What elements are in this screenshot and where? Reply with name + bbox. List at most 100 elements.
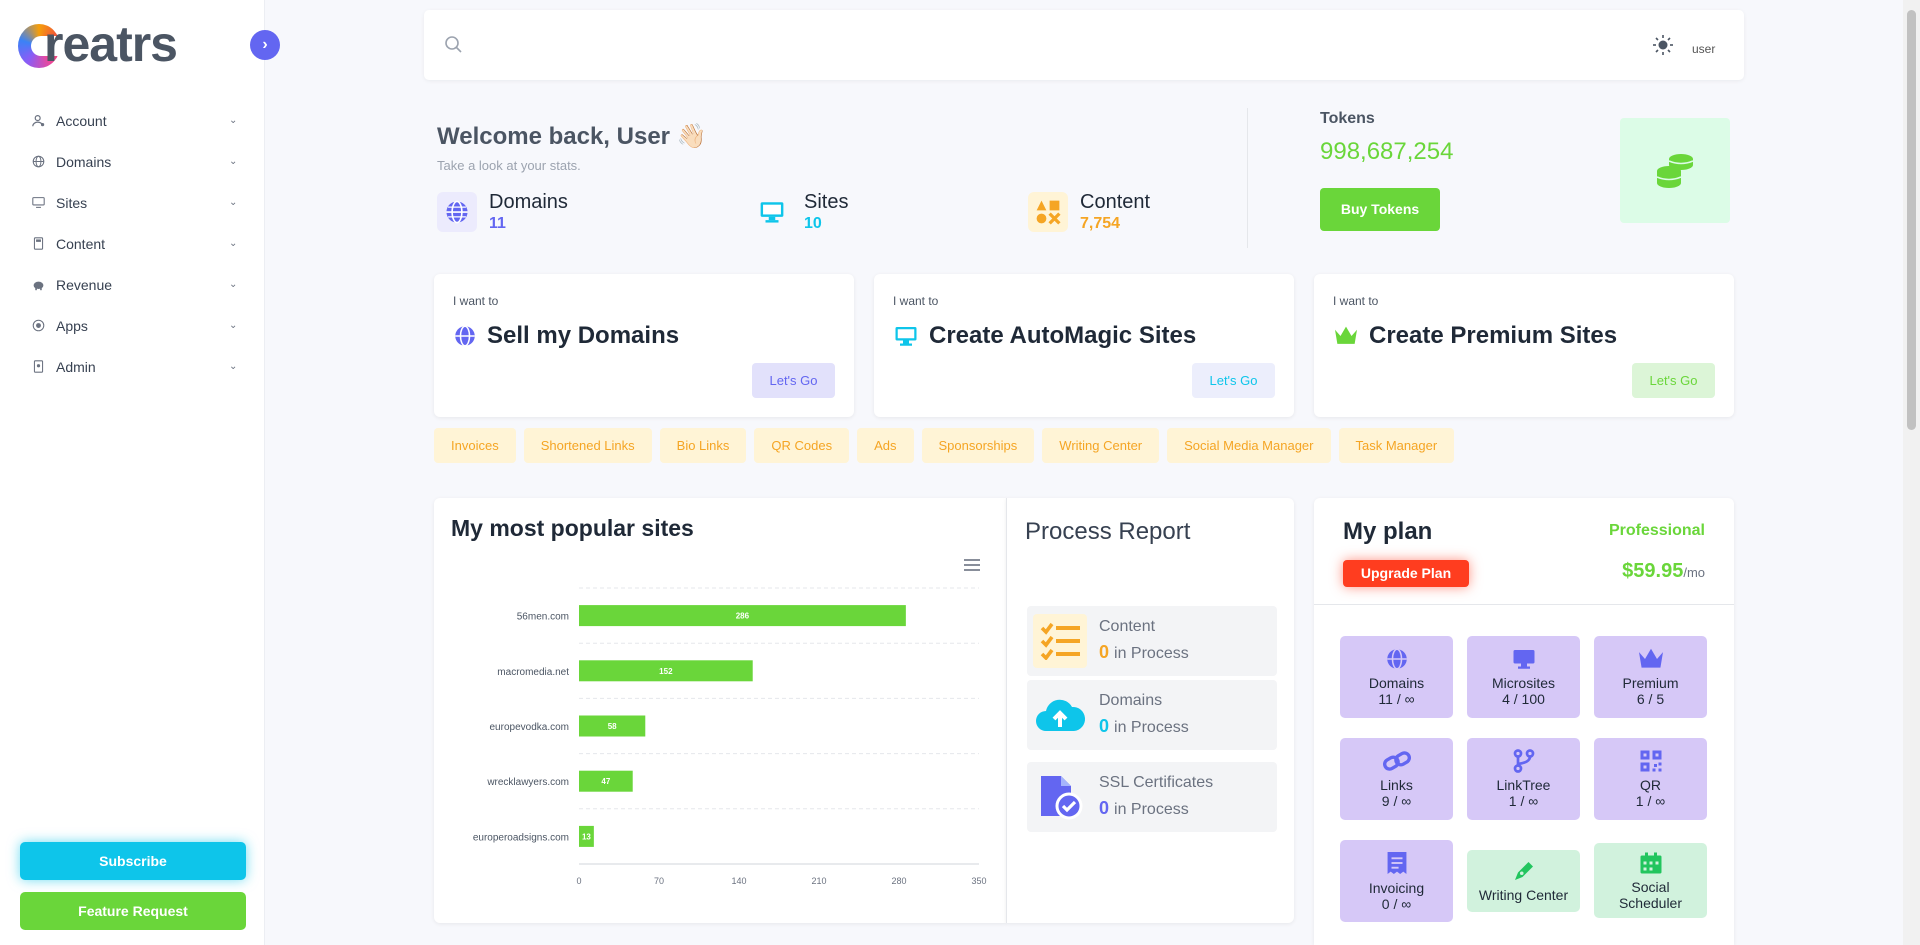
plan-tile-invoicing[interactable]: Invoicing 0 / ∞ — [1340, 840, 1453, 922]
monitor-icon — [752, 192, 792, 232]
lets-go-button[interactable]: Let's Go — [1632, 363, 1715, 398]
plan-tile-microsites[interactable]: Microsites 4 / 100 — [1467, 636, 1580, 718]
quick-link-task-manager[interactable]: Task Manager — [1338, 428, 1455, 463]
chevron-down-icon: ⌄ — [229, 238, 238, 249]
quick-link-invoices[interactable]: Invoices — [434, 428, 516, 463]
welcome-subtitle: Take a look at your stats. — [437, 158, 581, 173]
action-title: Create Premium Sites — [1333, 322, 1617, 350]
sidebar-item-admin[interactable]: Admin ⌄ — [20, 346, 245, 387]
tile-label: Microsites — [1491, 675, 1555, 691]
stat-label: Content — [1080, 191, 1151, 213]
monitor-icon — [1513, 650, 1534, 669]
category-label: 56men.com — [517, 612, 569, 623]
tile-value: 4 / 100 — [1502, 691, 1545, 707]
category-label: europeroadsigns.com — [473, 832, 569, 843]
chevron-down-icon: ⌄ — [229, 197, 238, 208]
upgrade-plan-button[interactable]: Upgrade Plan — [1343, 560, 1469, 587]
process-value: 0 in Process — [1099, 642, 1189, 663]
category-label: wrecklawyers.com — [486, 777, 569, 788]
sidebar-item-apps[interactable]: Apps ⌄ — [20, 305, 245, 346]
sidebar-item-account[interactable]: Account ⌄ — [20, 100, 245, 141]
avatar[interactable]: user — [1692, 26, 1730, 64]
plan-tile-premium[interactable]: Premium 6 / 5 — [1594, 636, 1707, 718]
sidebar-item-label: Apps — [56, 317, 88, 334]
creatrs-logo[interactable]: reatrs — [18, 16, 228, 72]
checklist-icon — [1033, 614, 1087, 668]
process-label: Domains — [1099, 692, 1163, 709]
theme-toggle-sun-icon[interactable] — [1652, 34, 1674, 56]
quick-link-qr-codes[interactable]: QR Codes — [754, 428, 850, 463]
panel-title: My plan — [1343, 518, 1433, 545]
tile-label: QR — [1640, 777, 1661, 793]
scrollbar-thumb[interactable] — [1907, 10, 1916, 430]
buy-tokens-button[interactable]: Buy Tokens — [1320, 188, 1440, 231]
my-plan-panel: My plan Professional Upgrade Plan $59.95… — [1314, 498, 1734, 945]
feature-request-button[interactable]: Feature Request — [20, 892, 246, 930]
stat-label: Domains — [489, 191, 568, 213]
quick-link-social-media-manager[interactable]: Social Media Manager — [1167, 428, 1331, 463]
plan-tile-linktree[interactable]: LinkTree 1 / ∞ — [1467, 738, 1580, 820]
process-item-content[interactable]: Content 0 in Process — [1027, 606, 1277, 676]
plan-tile-writing-center[interactable]: Writing Center — [1467, 850, 1580, 912]
data-label: 47 — [601, 777, 610, 786]
sidebar-item-label: Revenue — [56, 276, 113, 293]
action-title: Sell my Domains — [453, 322, 679, 350]
popular-sites-panel: My most popular sites 56men.com 286 macrom… — [434, 498, 1006, 923]
subscribe-button[interactable]: Subscribe — [20, 842, 246, 880]
logo-text: reatrs — [44, 16, 178, 72]
sidebar-item-domains[interactable]: Domains ⌄ — [20, 141, 245, 182]
sidebar-nav: Account ⌄ Domains ⌄ Sites ⌄ Content ⌄ Re… — [20, 100, 245, 387]
process-label: Content — [1099, 618, 1156, 635]
link-icon — [1382, 751, 1411, 771]
cloud-upload-icon — [1033, 688, 1087, 742]
x-tick-label: 70 — [654, 876, 664, 886]
search-input[interactable] — [474, 30, 1574, 60]
x-tick-label: 350 — [971, 876, 986, 886]
quick-link-shortened-links[interactable]: Shortened Links — [523, 428, 652, 463]
plan-tile-domains[interactable]: Domains 11 / ∞ — [1340, 636, 1453, 718]
tile-label: Invoicing — [1368, 880, 1425, 896]
content-shapes-icon — [1028, 192, 1068, 232]
stat-value: 7,754 — [1080, 215, 1121, 232]
quick-link-writing-center[interactable]: Writing Center — [1042, 428, 1160, 463]
sidebar-item-revenue[interactable]: Revenue ⌄ — [20, 264, 245, 305]
lets-go-button[interactable]: Let's Go — [752, 363, 835, 398]
tile-label: LinkTree — [1496, 777, 1551, 793]
quick-link-bio-links[interactable]: Bio Links — [659, 428, 747, 463]
chevron-down-icon: ⌄ — [229, 361, 238, 372]
sidebar-item-label: Account — [56, 112, 107, 129]
stat-label: Sites — [804, 191, 849, 213]
process-item-ssl[interactable]: SSL Certificates 0 in Process — [1027, 762, 1277, 832]
process-suffix: in Process — [1114, 801, 1189, 818]
stat-content: Content 7,754 — [1028, 190, 1150, 234]
data-label: 58 — [608, 722, 617, 731]
sidebar-item-sites[interactable]: Sites ⌄ — [20, 182, 245, 223]
action-card-premium-sites: I want to Create Premium Sites Let's Go — [1314, 274, 1734, 417]
qr-icon — [1640, 750, 1661, 772]
x-tick-label: 210 — [811, 876, 826, 886]
top-bar: user — [424, 10, 1744, 80]
process-item-domains[interactable]: Domains 0 in Process — [1027, 680, 1277, 750]
quick-links: Invoices Shortened Links Bio Links QR Co… — [434, 428, 1455, 463]
sidebar-collapse-button[interactable]: › — [250, 30, 280, 60]
page-scrollbar[interactable] — [1903, 0, 1920, 945]
plan-tile-social-scheduler[interactable]: Social Scheduler — [1594, 843, 1707, 918]
action-title-text: Create Premium Sites — [1369, 322, 1618, 349]
plan-tile-qr[interactable]: QR 1 / ∞ — [1594, 738, 1707, 820]
tile-label: Premium — [1622, 675, 1679, 691]
category-label: macromedia.net — [497, 667, 569, 678]
tile-label: Writing Center — [1478, 887, 1569, 903]
lets-go-button[interactable]: Let's Go — [1192, 363, 1275, 398]
globe-icon — [437, 192, 477, 232]
bar-chart: 56men.com 286 macromedia.net 152 europevodka… — [473, 587, 987, 886]
sidebar-item-content[interactable]: Content ⌄ — [20, 223, 245, 264]
plan-tile-links[interactable]: Links 9 / ∞ — [1340, 738, 1453, 820]
quick-link-ads[interactable]: Ads — [857, 428, 914, 463]
stat-domains: Domains 11 — [437, 190, 568, 234]
action-kicker: I want to — [453, 294, 499, 308]
quick-link-sponsorships[interactable]: Sponsorships — [921, 428, 1035, 463]
admin-icon — [30, 359, 46, 375]
tile-value: 9 / ∞ — [1381, 793, 1412, 809]
process-value: 0 in Process — [1099, 798, 1189, 819]
search-icon[interactable] — [444, 35, 464, 55]
